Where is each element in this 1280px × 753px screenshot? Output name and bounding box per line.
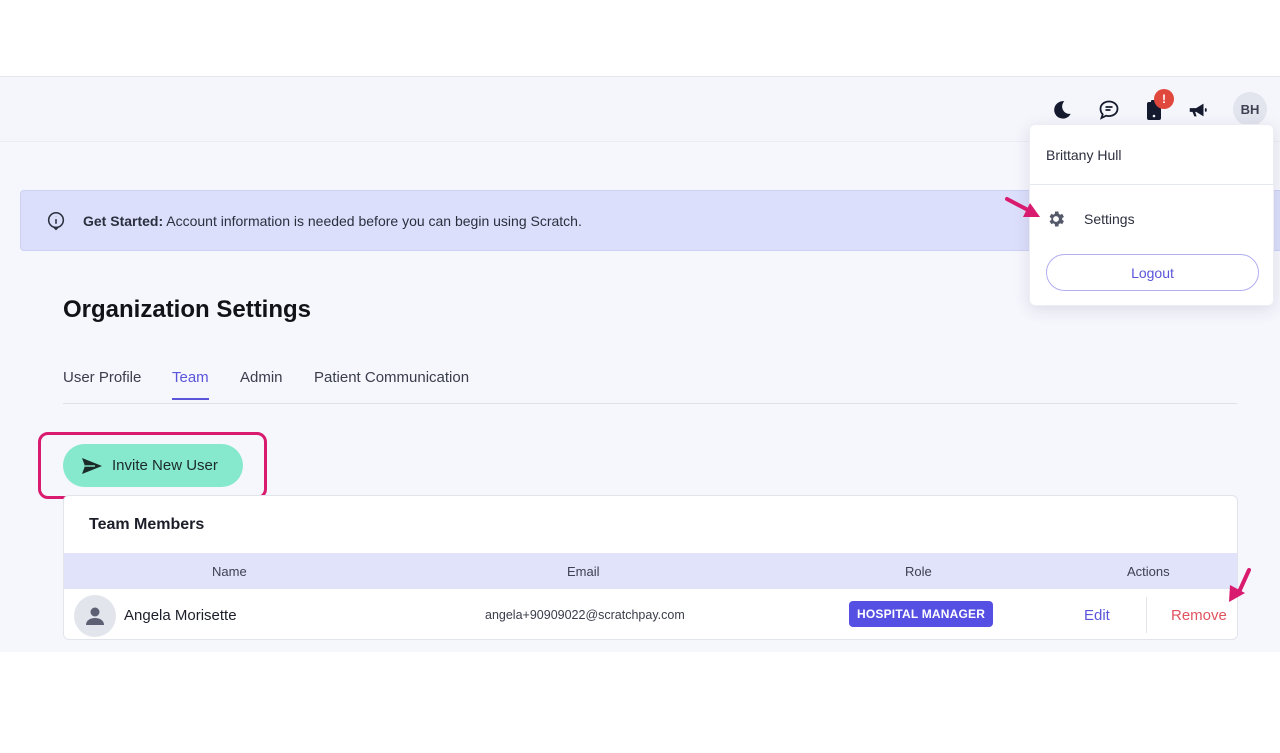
role-badge: HOSPITAL MANAGER	[849, 601, 994, 627]
settings-menu-item[interactable]: Settings	[1046, 207, 1256, 231]
annotation-arrow-settings	[1005, 197, 1040, 217]
user-menu-dropdown: Brittany Hull Settings Logout	[1029, 124, 1274, 306]
banner-text: Get Started: Account information is need…	[83, 213, 582, 229]
megaphone-icon[interactable]	[1180, 92, 1216, 128]
annotation-arrow-remove	[1229, 568, 1251, 602]
column-header-email: Email	[567, 564, 600, 579]
page-title: Organization Settings	[63, 296, 312, 323]
clipboard-icon[interactable]: !	[1136, 89, 1174, 128]
remove-button[interactable]: Remove	[1171, 607, 1227, 624]
column-header-actions: Actions	[1127, 564, 1170, 579]
app-root: ! BH Get Started: Account information is…	[0, 0, 1280, 753]
annotation-highlight-box	[38, 432, 267, 499]
user-avatar-button[interactable]: BH	[1233, 92, 1267, 126]
tab-admin[interactable]: Admin	[240, 369, 283, 398]
table-row: Angela Morisette angela+90909022@scratch…	[64, 589, 1237, 639]
info-icon	[47, 211, 65, 231]
settings-tabs: User Profile Team Admin Patient Communic…	[63, 360, 1237, 404]
member-email: angela+90909022@scratchpay.com	[485, 608, 685, 622]
team-members-card: Team Members Name Email Role Actions Ang…	[63, 495, 1238, 640]
actions-divider	[1146, 597, 1147, 633]
column-header-name: Name	[212, 564, 247, 579]
table-header: Name Email Role Actions	[64, 553, 1237, 589]
banner-message: Account information is needed before you…	[166, 213, 582, 229]
team-members-title: Team Members	[89, 516, 205, 533]
member-name: Angela Morisette	[124, 607, 237, 624]
banner-label: Get Started:	[83, 213, 164, 229]
settings-label: Settings	[1084, 211, 1135, 227]
tab-user-profile[interactable]: User Profile	[63, 369, 141, 398]
edit-button[interactable]: Edit	[1084, 607, 1110, 624]
column-header-role: Role	[905, 564, 932, 579]
notification-badge: !	[1154, 89, 1174, 109]
tab-team[interactable]: Team	[172, 369, 209, 400]
logout-button[interactable]: Logout	[1046, 254, 1259, 291]
tab-patient-communication[interactable]: Patient Communication	[314, 369, 469, 398]
user-name: Brittany Hull	[1046, 147, 1122, 163]
person-icon	[86, 607, 104, 625]
menu-divider	[1030, 184, 1273, 185]
avatar	[74, 595, 116, 637]
gear-icon	[1049, 211, 1064, 227]
chat-icon[interactable]	[1091, 92, 1127, 128]
moon-icon[interactable]	[1044, 92, 1080, 128]
